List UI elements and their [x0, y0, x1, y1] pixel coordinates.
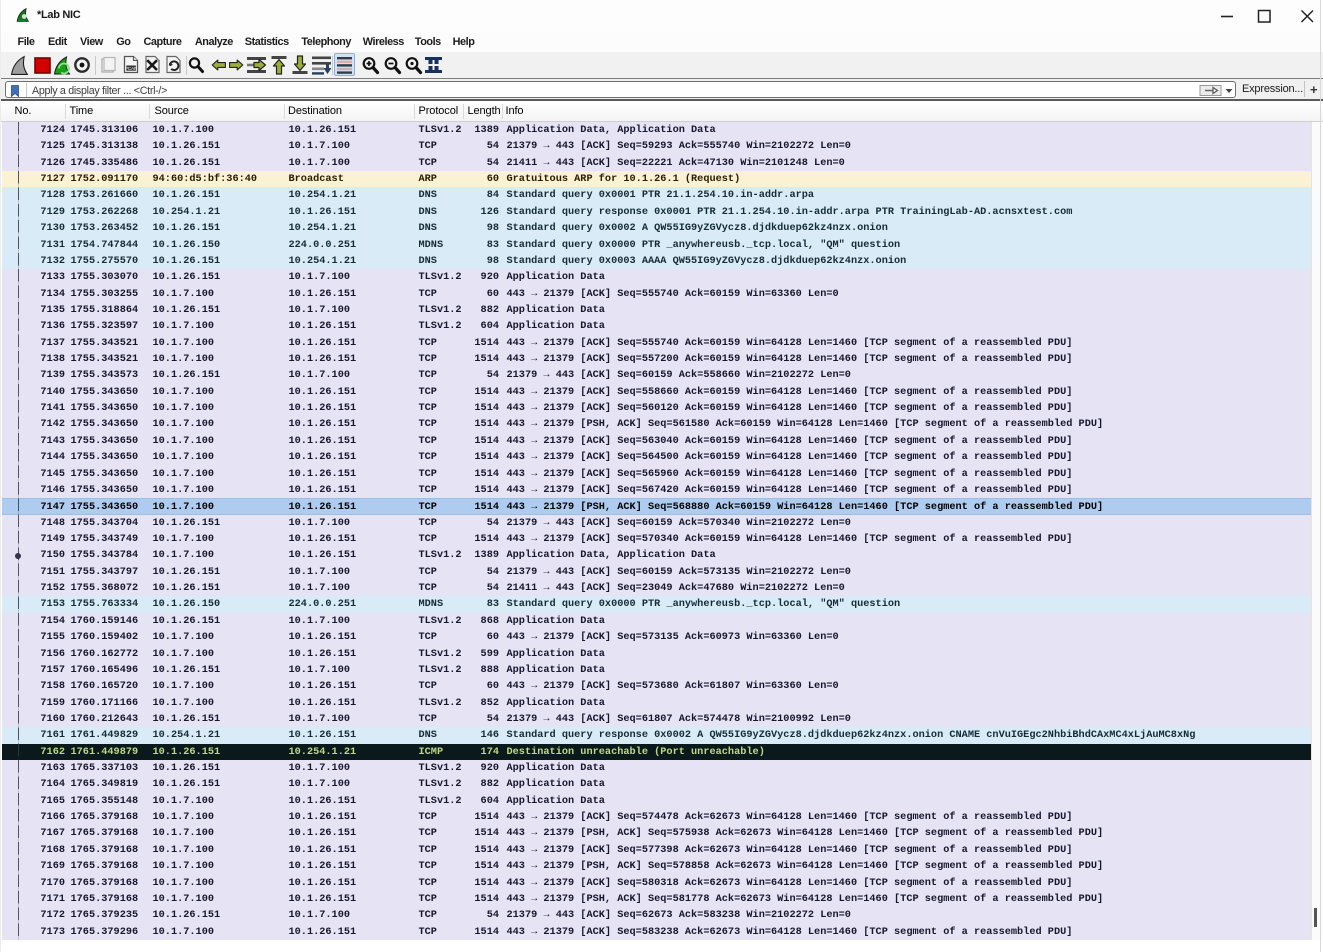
svg-text:PCAP: PCAP — [125, 66, 137, 71]
